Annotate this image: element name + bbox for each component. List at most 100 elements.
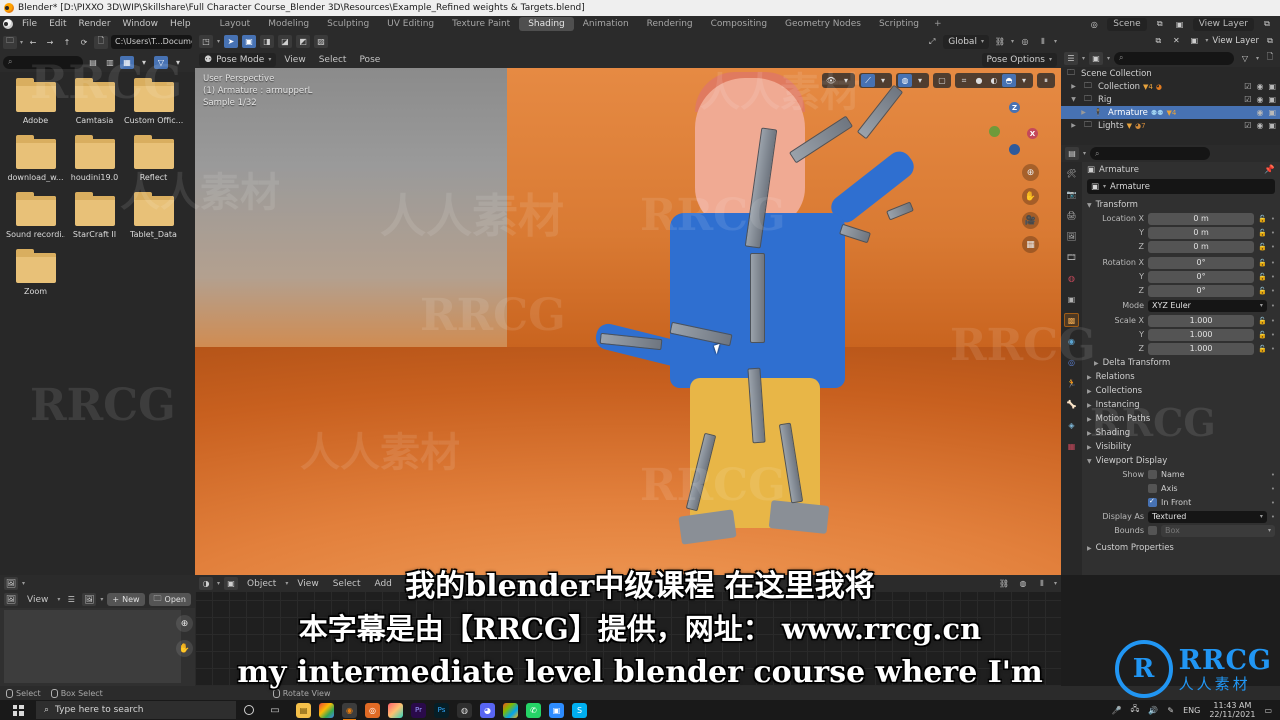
overlays-toggle-icon[interactable]: ◍	[898, 74, 912, 87]
premiere-icon[interactable]: Pr	[411, 702, 426, 718]
overlays-caret-icon[interactable]: ▾	[913, 74, 927, 87]
eye-icon[interactable]: ◉	[1256, 108, 1263, 117]
object-name-field[interactable]: ▣ ▾ Armature	[1087, 179, 1275, 194]
tab-object-icon[interactable]: ▩	[1064, 313, 1079, 327]
tab-render-icon[interactable]: 📷	[1064, 187, 1079, 201]
photoshop-icon[interactable]: Ps	[434, 702, 449, 718]
file-item[interactable]: Adobe	[6, 78, 65, 125]
show-name-checkbox[interactable]	[1148, 470, 1157, 479]
file-item[interactable]: Tablet_Data	[124, 192, 183, 239]
tab-geometry-nodes[interactable]: Geometry Nodes	[776, 17, 870, 31]
new-image-button[interactable]: + New	[107, 593, 145, 606]
thumbnail-view-icon[interactable]: ▦	[120, 55, 134, 69]
viewport-canvas[interactable]: User Perspective (1) Armature : armupper…	[195, 68, 1061, 575]
location-y-field[interactable]: 0 m	[1148, 226, 1255, 239]
menu-render[interactable]: Render	[73, 16, 117, 32]
outliner-row-scene-collection[interactable]: 🗀 Scene Collection	[1061, 67, 1280, 80]
lock-icon[interactable]: 🔓	[1258, 287, 1267, 295]
lock-icon[interactable]: 🔓	[1258, 243, 1267, 251]
section-motion-paths[interactable]: ▶ Motion Paths	[1082, 412, 1280, 426]
tab-rendering[interactable]: Rendering	[638, 17, 702, 31]
section-collections[interactable]: ▶ Collections	[1082, 384, 1280, 398]
animate-dot-icon[interactable]: •	[1271, 243, 1275, 251]
image-datablock-icon[interactable]: 🖼	[82, 593, 97, 606]
animate-dot-icon[interactable]: •	[1271, 273, 1275, 281]
hand-icon[interactable]: ✋	[176, 640, 193, 657]
snap-caret-icon[interactable]: ▾	[1011, 38, 1014, 45]
animate-dot-icon[interactable]: •	[1271, 331, 1275, 339]
viewport-menu-view[interactable]: View	[279, 55, 310, 65]
hand-icon[interactable]: ✋	[1022, 188, 1039, 205]
outliner-row-lights[interactable]: ▶ 🗀 Lights ▼ ◕7 ☑ ◉ ▣	[1061, 119, 1280, 132]
file-explorer-icon[interactable]: ▤	[296, 702, 311, 718]
pen-icon[interactable]: ✎	[1167, 706, 1174, 715]
menu-file[interactable]: File	[16, 16, 43, 32]
file-browser-grid[interactable]: Adobe Camtasia Custom Offic... download_…	[0, 72, 195, 575]
editor-type-shader-icon[interactable]: ◑	[199, 577, 213, 590]
image-view-mode-icon[interactable]: 🖼	[4, 593, 18, 606]
snap-magnet-icon[interactable]: ⛓	[997, 577, 1011, 590]
visibility-caret-icon[interactable]: ▾	[839, 74, 853, 87]
tab-sculpting[interactable]: Sculpting	[318, 17, 378, 31]
viewport-menu-select[interactable]: Select	[314, 55, 352, 65]
show-axis-checkbox[interactable]	[1148, 484, 1157, 493]
rendered-shading-icon[interactable]: ◓	[1002, 74, 1016, 87]
menu-window[interactable]: Window	[117, 16, 165, 32]
tab-constraint-icon[interactable]: 🏃	[1064, 376, 1079, 390]
eye-icon[interactable]: ◉	[1256, 95, 1263, 104]
windows-start-icon[interactable]	[0, 700, 36, 720]
task-view-icon[interactable]: ▭	[262, 705, 288, 716]
pose-options-icon[interactable]: ⫴	[1036, 35, 1050, 48]
tab-shading[interactable]: Shading	[519, 17, 574, 31]
taskbar-search-input[interactable]: ⌕ Type here to search	[36, 701, 236, 719]
wireframe-shading-icon[interactable]: ⌗	[957, 74, 971, 87]
transform-orientation-dropdown[interactable]: Global ▾	[943, 34, 989, 49]
skype-icon[interactable]: S	[572, 702, 587, 718]
blender-icon[interactable]: ◉	[342, 702, 357, 720]
chevron-down-icon[interactable]: ▾	[1205, 37, 1208, 44]
cortana-circle-icon[interactable]	[236, 705, 262, 715]
tab-view-layer-icon[interactable]: 🖼	[1064, 229, 1079, 243]
display-size-caret-icon[interactable]: ▾	[137, 56, 151, 69]
bounds-checkbox[interactable]	[1148, 526, 1157, 535]
chevron-down-icon[interactable]: ▾	[1054, 580, 1057, 587]
pin-icon[interactable]: 📌	[1264, 165, 1275, 175]
pose-options-caret-icon[interactable]: ▾	[1054, 38, 1057, 45]
checkbox-icon[interactable]: ☑	[1244, 82, 1251, 91]
show-gizmo-icon[interactable]: 👁	[824, 74, 838, 87]
material-preview-icon[interactable]: ◐	[987, 74, 1001, 87]
tab-texture-paint[interactable]: Texture Paint	[443, 17, 519, 31]
tab-world-icon[interactable]: ◍	[1064, 271, 1079, 285]
outliner-row-collection[interactable]: ▶ 🗀 Collection ▼4 ◕ ☑ ◉ ▣	[1061, 80, 1280, 93]
gizmo-axis-y[interactable]	[989, 126, 1000, 137]
section-viewport-display-header[interactable]: ▼ Viewport Display	[1082, 454, 1280, 468]
file-item[interactable]: Camtasia	[65, 78, 124, 125]
location-x-field[interactable]: 0 m	[1148, 212, 1255, 225]
list-view-icon[interactable]: ▤	[86, 56, 100, 69]
tab-scripting[interactable]: Scripting	[870, 17, 928, 31]
file-item[interactable]: StarCraft II	[65, 192, 124, 239]
view-layer-selector[interactable]: View Layer	[1192, 17, 1254, 31]
shader-menu-view[interactable]: View	[292, 579, 323, 589]
select-subtract-icon[interactable]: ◪	[278, 35, 293, 48]
chevron-down-icon[interactable]: ▾	[285, 580, 288, 587]
filter-icon[interactable]: ▽	[1238, 52, 1252, 65]
pause-render-icon[interactable]: ⏸	[1039, 74, 1053, 87]
outliner-search-input[interactable]: ⌕	[1114, 51, 1234, 65]
gizmo-axis-z[interactable]: Z	[1009, 102, 1020, 113]
gizmo-axis-x[interactable]: X	[1027, 128, 1038, 139]
tab-animation[interactable]: Animation	[574, 17, 638, 31]
pose-options-dropdown[interactable]: Pose Options ▾	[981, 52, 1057, 67]
camera-icon[interactable]: ▣	[1268, 121, 1276, 130]
outliner-row-rig[interactable]: ▼ 🗀 Rig ☑ ◉ ▣	[1061, 93, 1280, 106]
editor-type-caret-icon[interactable]: ▾	[1083, 150, 1086, 157]
scale-x-field[interactable]: 1.000	[1148, 314, 1255, 327]
show-in-front-checkbox[interactable]	[1148, 497, 1157, 507]
shader-type-value[interactable]: Object	[242, 579, 281, 589]
chevron-down-icon[interactable]: ▾	[100, 596, 103, 603]
file-item[interactable]: Reflect	[124, 135, 183, 182]
photos-icon[interactable]	[388, 702, 403, 718]
open-image-button[interactable]: 🗀 Open	[148, 593, 191, 606]
tab-modeling[interactable]: Modeling	[259, 17, 318, 31]
tab-compositing[interactable]: Compositing	[702, 17, 776, 31]
